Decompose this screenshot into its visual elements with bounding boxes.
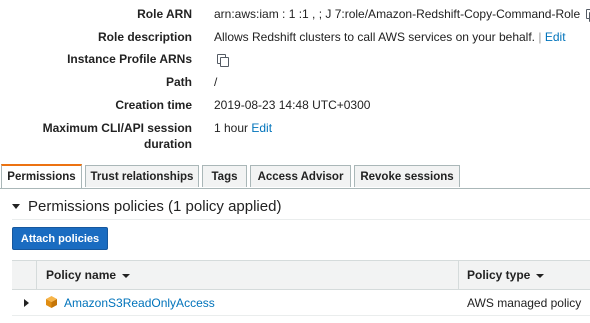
tab-tags[interactable]: Tags xyxy=(202,165,247,187)
edit-session-link[interactable]: Edit xyxy=(251,121,272,135)
tab-access-advisor[interactable]: Access Advisor xyxy=(250,165,351,187)
max-session-label-line1: Maximum CLI/API session xyxy=(42,121,192,135)
max-session-value: 1 hour Edit xyxy=(214,121,272,135)
max-session-row: Maximum CLI/API session duration 1 hour … xyxy=(0,121,590,155)
role-description-label: Role description xyxy=(97,30,192,44)
edit-description-link[interactable]: Edit xyxy=(545,30,566,44)
policy-cube-icon xyxy=(46,296,57,308)
permissions-section-header[interactable]: Permissions policies (1 policy applied) xyxy=(12,198,281,215)
instance-profile-row: Instance Profile ARNs xyxy=(0,52,590,70)
tab-bar: Permissions Trust relationships Tags Acc… xyxy=(0,164,590,189)
max-session-text: 1 hour xyxy=(214,121,249,135)
caret-right-icon[interactable] xyxy=(24,299,29,307)
role-description-row: Role description Allows Redshift cluster… xyxy=(0,30,590,48)
path-label: Path xyxy=(165,75,192,89)
column-divider xyxy=(36,261,37,289)
creation-time-label: Creation time xyxy=(115,98,192,112)
table-header: Policy name Policy type xyxy=(12,260,590,290)
table-row: AmazonS3ReadOnlyAccess AWS managed polic… xyxy=(12,290,590,316)
tab-trust-relationships[interactable]: Trust relationships xyxy=(85,165,199,187)
column-divider xyxy=(458,261,459,289)
copy-icon[interactable] xyxy=(586,9,590,23)
column-header-policy-type[interactable]: Policy type xyxy=(467,261,545,289)
policy-name-link[interactable]: AmazonS3ReadOnlyAccess xyxy=(64,290,215,316)
tab-permissions[interactable]: Permissions xyxy=(1,164,82,188)
instance-profile-label: Instance Profile ARNs xyxy=(67,52,192,66)
path-value: / xyxy=(214,75,218,89)
sort-caret-icon xyxy=(122,273,131,278)
creation-time-row: Creation time 2019-08-23 14:48 UTC+0300 xyxy=(0,98,590,116)
role-description-text: Allows Redshift clusters to call AWS ser… xyxy=(214,30,536,44)
creation-time-value: 2019-08-23 14:48 UTC+0300 xyxy=(214,98,371,112)
copy-icon[interactable] xyxy=(217,54,229,68)
caret-down-icon xyxy=(12,203,20,209)
role-arn-text: arn:aws:iam : 1 :1 , ; J 7:role/Amazon-R… xyxy=(214,7,581,21)
sort-caret-icon xyxy=(536,273,545,278)
column-header-label: Policy name xyxy=(46,268,117,282)
instance-profile-value xyxy=(214,52,229,68)
column-header-label: Policy type xyxy=(467,268,531,282)
max-session-label-line2: duration xyxy=(144,137,192,151)
role-arn-label: Role ARN xyxy=(137,7,192,21)
attach-policies-button[interactable]: Attach policies xyxy=(12,227,108,250)
section-divider xyxy=(12,219,590,220)
path-row: Path / xyxy=(0,75,590,93)
policy-type-value: AWS managed policy xyxy=(467,296,582,310)
permissions-section-title: Permissions policies (1 policy applied) xyxy=(28,198,282,215)
tab-revoke-sessions[interactable]: Revoke sessions xyxy=(354,165,460,187)
role-arn-value: arn:aws:iam : 1 :1 , ; J 7:role/Amazon-R… xyxy=(214,7,590,23)
column-header-policy-name[interactable]: Policy name xyxy=(46,261,131,289)
role-description-value: Allows Redshift clusters to call AWS ser… xyxy=(214,30,566,44)
role-arn-row: Role ARN arn:aws:iam : 1 :1 , ; J 7:role… xyxy=(0,7,590,25)
separator: | xyxy=(538,30,542,44)
